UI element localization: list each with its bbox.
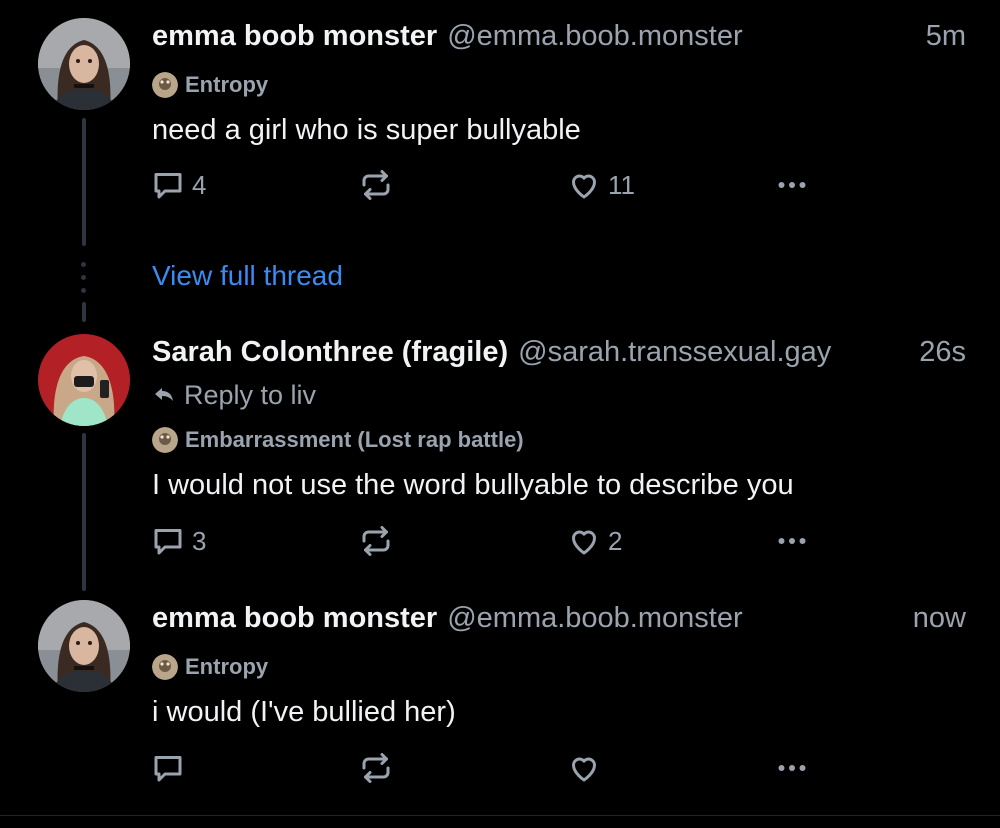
more-options-button[interactable] <box>774 748 810 788</box>
speech-bubble-icon <box>154 756 182 782</box>
post-timestamp[interactable]: now <box>913 602 966 635</box>
like-count: 11 <box>608 169 635 200</box>
author-handle[interactable]: @emma.boob.monster <box>447 602 742 635</box>
speech-bubble-icon <box>154 173 182 199</box>
like-button[interactable]: 2 <box>566 521 622 561</box>
speech-bubble-icon <box>154 529 182 555</box>
reply-button[interactable]: 4 <box>150 165 206 205</box>
post-actions <box>150 748 830 788</box>
author-handle[interactable]: @emma.boob.monster <box>447 20 742 53</box>
repost-button[interactable] <box>358 748 394 788</box>
post-text: i would (I've bullied her) <box>152 696 456 728</box>
thread-dot <box>81 275 86 280</box>
thread-dot <box>81 288 86 293</box>
reply-to-text: Reply to liv <box>184 379 317 410</box>
like-count: 2 <box>608 525 623 556</box>
ellipsis-icon <box>778 182 806 188</box>
post-actions: 3 2 <box>150 521 830 561</box>
label-badge-icon <box>152 427 178 453</box>
avatar[interactable] <box>38 18 130 110</box>
more-options-button[interactable] <box>774 165 810 205</box>
reply-button[interactable] <box>150 748 192 788</box>
author-display-name[interactable]: Sarah Colonthree (fragile) <box>152 336 508 369</box>
repost-arrows-icon <box>362 526 390 556</box>
repost-arrows-icon <box>362 170 390 200</box>
author-display-name[interactable]: emma boob monster <box>152 20 437 53</box>
avatar[interactable] <box>38 600 130 692</box>
like-button[interactable]: 11 <box>566 165 635 205</box>
reply-arrow-icon <box>155 388 173 401</box>
divider <box>0 815 1000 816</box>
reply-count: 3 <box>192 525 207 556</box>
reply-to-link[interactable]: Reply to liv <box>152 378 316 412</box>
post-timestamp[interactable]: 5m <box>926 20 966 53</box>
profile-label[interactable]: Embarrassment (Lost rap battle) <box>152 425 524 455</box>
repost-arrows-icon <box>362 753 390 783</box>
reply-count: 4 <box>192 169 207 200</box>
label-text: Entropy <box>185 654 269 679</box>
post-text: need a girl who is super bullyable <box>152 114 581 146</box>
heart-icon <box>572 757 596 782</box>
label-text: Entropy <box>185 72 269 97</box>
heart-icon <box>572 174 596 199</box>
more-options-button[interactable] <box>774 521 810 561</box>
thread-feed: emma boob monster @emma.boob.monster 5m … <box>0 0 1000 828</box>
author-display-name[interactable]: emma boob monster <box>152 602 437 635</box>
like-button[interactable] <box>566 748 608 788</box>
view-full-thread-link[interactable]: View full thread <box>152 260 343 292</box>
post-actions: 4 11 <box>150 165 830 205</box>
author-handle[interactable]: @sarah.transsexual.gay <box>518 336 831 369</box>
heart-icon <box>572 530 596 555</box>
label-badge-icon <box>152 654 178 680</box>
thread-dot <box>81 262 86 267</box>
label-badge-icon <box>152 72 178 98</box>
profile-label[interactable]: Entropy <box>152 70 268 100</box>
label-text: Embarrassment (Lost rap battle) <box>185 427 524 452</box>
post[interactable]: emma boob monster @emma.boob.monster 5m … <box>0 0 1000 240</box>
thread-line <box>82 302 86 322</box>
avatar[interactable] <box>38 334 130 426</box>
post-text: I would not use the word bullyable to de… <box>152 469 794 501</box>
ellipsis-icon <box>778 538 806 544</box>
repost-button[interactable] <box>358 521 394 561</box>
repost-button[interactable] <box>358 165 394 205</box>
thread-line <box>82 433 86 591</box>
post-timestamp[interactable]: 26s <box>919 336 966 369</box>
ellipsis-icon <box>778 765 806 771</box>
reply-button[interactable]: 3 <box>150 521 206 561</box>
profile-label[interactable]: Entropy <box>152 652 268 682</box>
